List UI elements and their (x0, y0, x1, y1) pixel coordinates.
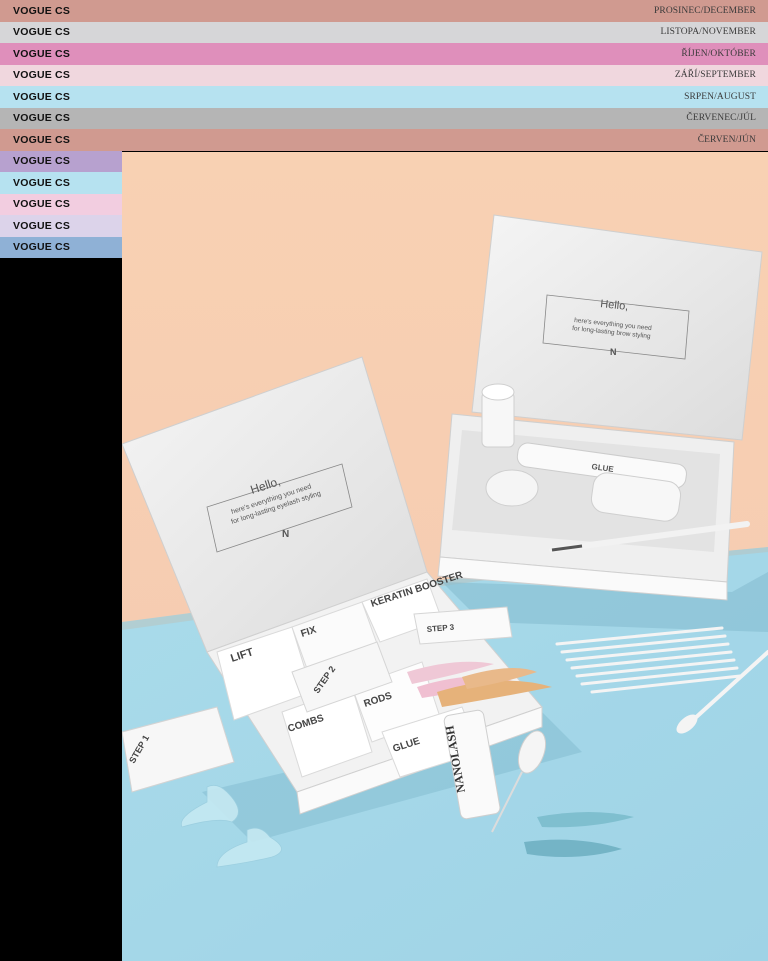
brow-kit-box: Hello, here's everything you need for lo… (437, 214, 768, 632)
issue-strip[interactable]: VOGUE CS (0, 215, 122, 237)
issue-strip[interactable]: VOGUE CS LISTOPA/NOVEMBER (0, 21, 768, 43)
issue-month-label: ŘÍJEN/OKTÓBER (681, 48, 756, 59)
product-photo: Hello, here's everything you need for lo… (122, 152, 768, 961)
issue-strip[interactable]: VOGUE CS (0, 236, 122, 258)
lash-lid-logo: N (282, 529, 289, 540)
issue-strip[interactable]: VOGUE CS ZÁŘÍ/SEPTEMBER (0, 64, 768, 86)
issue-brand-label: VOGUE CS (13, 176, 71, 189)
issue-brand-label: VOGUE CS (13, 26, 71, 39)
issue-brand-label: VOGUE CS (13, 133, 71, 146)
issue-brand-label: VOGUE CS (13, 219, 71, 232)
issue-month-label: ČERVEN/JÚN (697, 134, 756, 145)
issue-month-label: LISTOPA/NOVEMBER (660, 27, 756, 38)
issue-month-label: ČERVENEC/JÚL (686, 113, 756, 124)
issue-strip[interactable]: VOGUE CS (0, 193, 122, 215)
issue-strip[interactable]: VOGUE CS ŘÍJEN/OKTÓBER (0, 43, 768, 65)
issue-brand-label: VOGUE CS (13, 47, 71, 60)
issue-brand-label: VOGUE CS (13, 90, 71, 103)
issue-brand-label: VOGUE CS (13, 155, 71, 168)
issue-month-label: ZÁŘÍ/SEPTEMBER (674, 70, 756, 81)
issue-brand-label: VOGUE CS (13, 198, 71, 211)
issue-strip[interactable]: VOGUE CS (0, 150, 122, 172)
issue-month-label: PROSINEC/DECEMBER (654, 5, 756, 16)
brow-lid-logo: N (610, 347, 617, 357)
issue-strip[interactable]: VOGUE CS SRPEN/AUGUST (0, 86, 768, 108)
issue-strip[interactable]: VOGUE CS PROSINEC/DECEMBER (0, 0, 768, 22)
issue-brand-label: VOGUE CS (13, 4, 71, 17)
issue-strip[interactable]: VOGUE CS (0, 172, 122, 194)
issue-strip[interactable]: VOGUE CS ČERVEN/JÚN (0, 129, 768, 151)
issue-brand-label: VOGUE CS (13, 241, 71, 254)
issue-month-label: SRPEN/AUGUST (684, 91, 756, 102)
issue-brand-label: VOGUE CS (13, 69, 71, 82)
issue-brand-label: VOGUE CS (13, 112, 71, 125)
issue-strip[interactable]: VOGUE CS ČERVENEC/JÚL (0, 107, 768, 129)
